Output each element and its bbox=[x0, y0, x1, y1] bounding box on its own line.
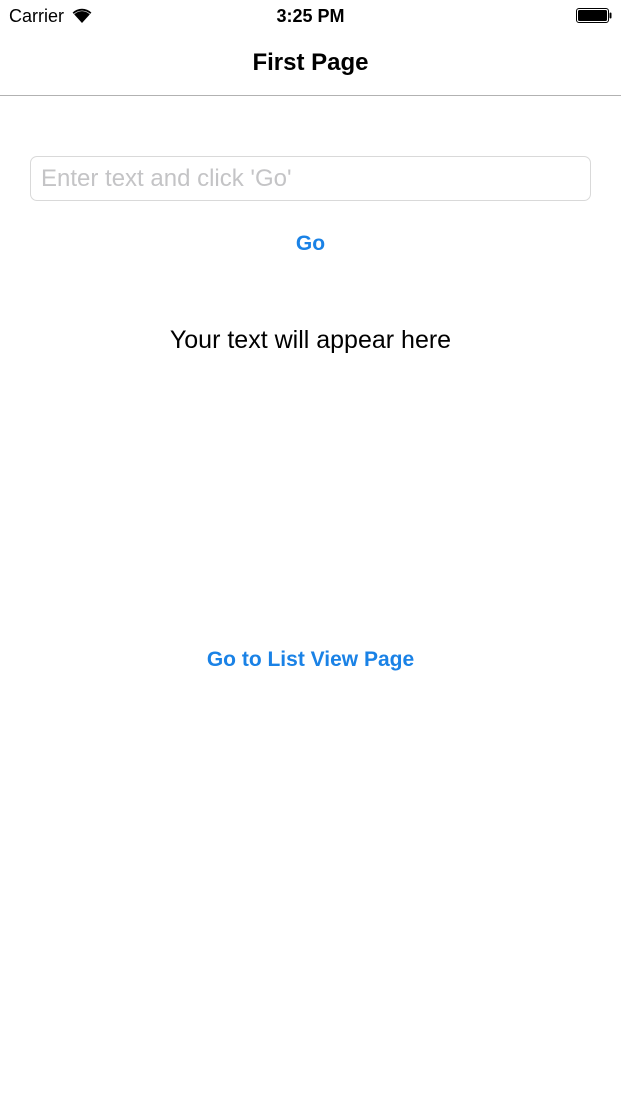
battery-icon bbox=[576, 8, 612, 23]
go-button[interactable]: Go bbox=[260, 224, 361, 264]
text-entry-field[interactable] bbox=[30, 156, 591, 201]
navigation-bar: First Page bbox=[0, 32, 621, 96]
go-to-list-view-button[interactable]: Go to List View Page bbox=[160, 640, 461, 680]
clock: 3:25 PM bbox=[276, 6, 345, 26]
status-bar: Carrier 3:25 PM bbox=[0, 0, 621, 32]
output-text-label: Your text will appear here bbox=[169, 326, 452, 354]
page-title: First Page bbox=[252, 49, 369, 76]
